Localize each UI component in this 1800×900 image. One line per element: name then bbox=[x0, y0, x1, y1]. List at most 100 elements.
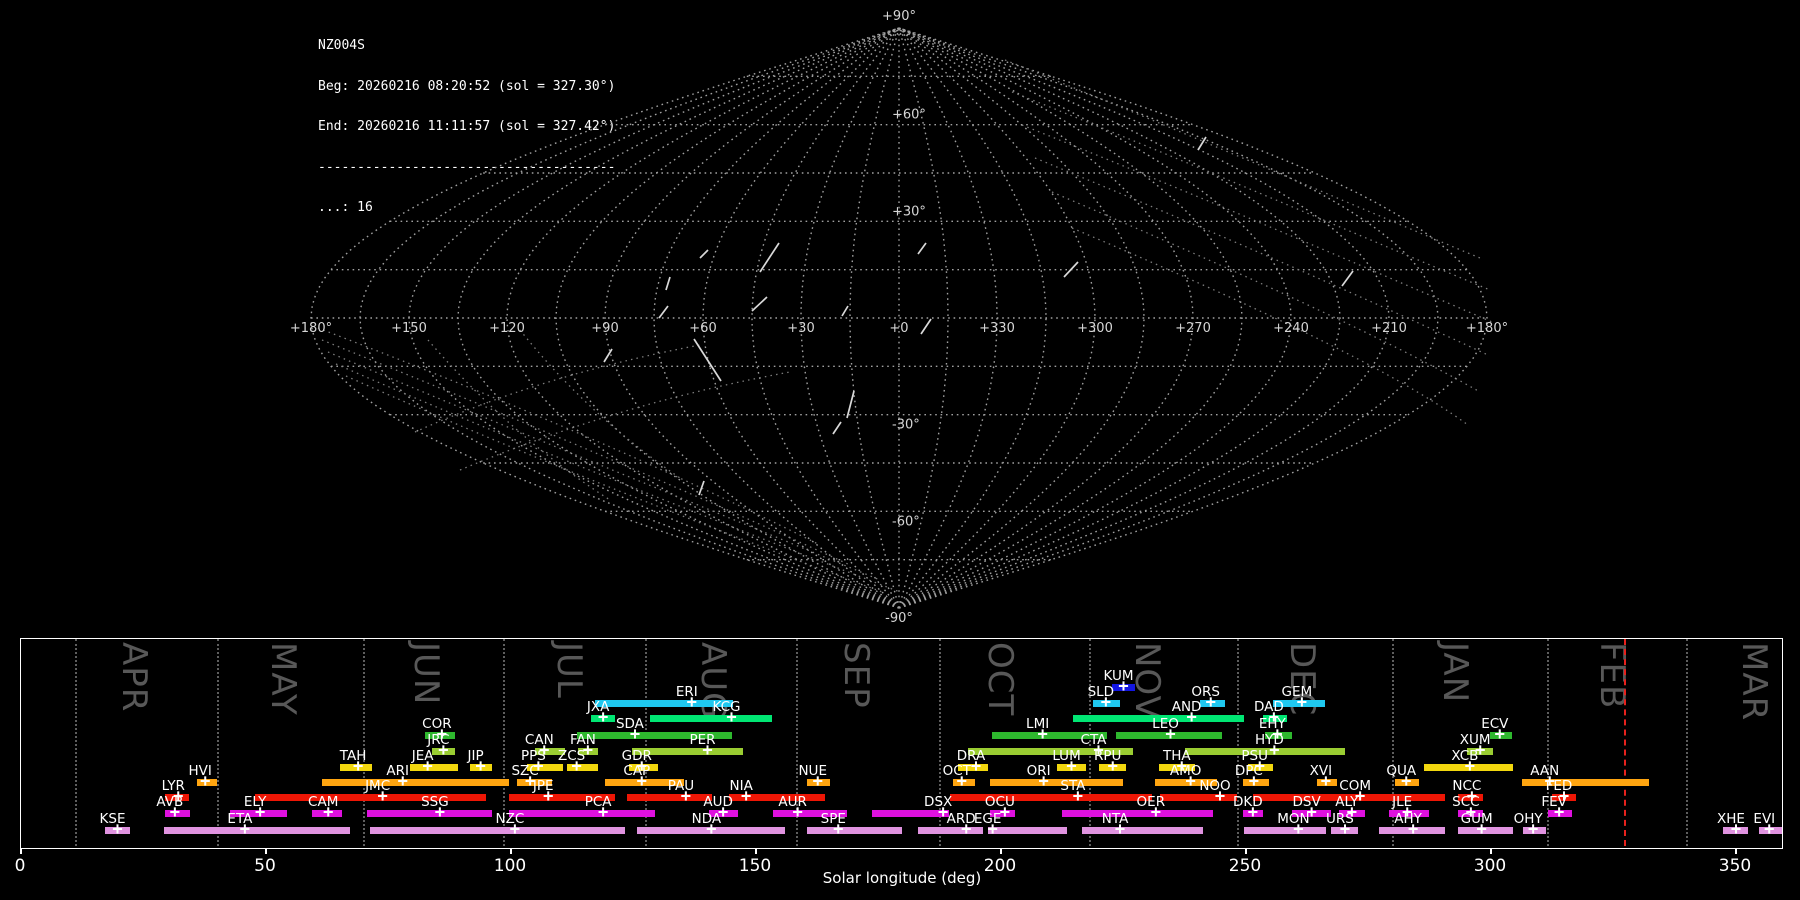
shower-peak-marker: + bbox=[1114, 819, 1126, 840]
shower-peak-marker: + bbox=[1553, 802, 1565, 823]
axis-tick-label: 300 bbox=[1473, 856, 1507, 876]
shower-activity-chart: Solar longitude (deg) APR MAY JUN JUL AUG SEP… bbox=[0, 0, 1800, 900]
shower-peak-marker: + bbox=[475, 756, 486, 777]
shower-bar bbox=[807, 826, 902, 834]
shower-peak-marker: + bbox=[597, 802, 609, 823]
axis-tick bbox=[755, 848, 757, 854]
shower-peak-marker: + bbox=[1205, 692, 1216, 713]
shower-peak-marker: + bbox=[1527, 819, 1539, 840]
shower-peak-marker: + bbox=[706, 819, 717, 840]
shower-peak-marker: + bbox=[509, 819, 521, 840]
shower-peak-marker: + bbox=[629, 724, 641, 745]
shower-peak-marker: + bbox=[1464, 756, 1476, 777]
shower-bar bbox=[871, 809, 949, 817]
shower-peak-marker: + bbox=[434, 802, 446, 823]
shower-peak-marker: + bbox=[726, 707, 737, 728]
shower-peak-marker: + bbox=[1730, 819, 1742, 840]
month-label: MAR bbox=[1734, 642, 1775, 722]
month-gridline bbox=[363, 639, 365, 846]
month-label: JUN bbox=[406, 642, 447, 706]
shower-peak-marker: + bbox=[1107, 756, 1118, 777]
shower-bar bbox=[1521, 778, 1650, 786]
axis-tick bbox=[1490, 848, 1492, 854]
shower-peak-marker: + bbox=[543, 786, 554, 807]
shower-bar bbox=[990, 778, 1124, 786]
month-gridline bbox=[1237, 639, 1240, 846]
axis-tick bbox=[20, 848, 22, 854]
shower-bar bbox=[369, 826, 626, 834]
shower-peak-marker: + bbox=[1494, 724, 1505, 745]
month-gridline bbox=[74, 639, 77, 846]
shower-peak-marker: + bbox=[377, 786, 388, 807]
shower-peak-marker: + bbox=[422, 756, 433, 777]
shower-peak-marker: + bbox=[1296, 692, 1307, 713]
axis-tick bbox=[1245, 848, 1247, 854]
month-label: JUL bbox=[548, 642, 589, 699]
month-label: OCT bbox=[979, 642, 1020, 717]
shower-peak-marker: + bbox=[1118, 676, 1129, 697]
shower-bar bbox=[255, 793, 487, 801]
shower-bar bbox=[1062, 809, 1214, 817]
shower-bar bbox=[988, 826, 1067, 834]
shower-peak-marker: + bbox=[1037, 724, 1048, 745]
shower-peak-marker: + bbox=[1100, 692, 1111, 713]
shower-peak-marker: + bbox=[239, 819, 251, 840]
shower-peak-marker: + bbox=[961, 819, 972, 840]
shower-peak-marker: + bbox=[1247, 802, 1258, 823]
shower-peak-marker: + bbox=[1320, 771, 1331, 792]
current-sol-line bbox=[1624, 639, 1627, 846]
shower-peak-marker: + bbox=[987, 819, 998, 840]
axis-tick bbox=[1000, 848, 1002, 854]
x-axis-label: Solar longitude (deg) bbox=[822, 869, 982, 887]
shower-peak-marker: + bbox=[812, 771, 823, 792]
shower-peak-marker: + bbox=[702, 740, 713, 761]
shower-peak-marker: + bbox=[741, 786, 752, 807]
shower-bar bbox=[508, 809, 656, 817]
shower-peak-marker: + bbox=[1066, 756, 1077, 777]
month-label: JAN bbox=[1435, 642, 1476, 704]
shower-bar bbox=[918, 826, 983, 834]
shower-peak-marker: + bbox=[254, 802, 266, 823]
shower-bar bbox=[650, 714, 773, 722]
shower-bar bbox=[163, 826, 350, 834]
axis-tick-label: 0 bbox=[14, 856, 26, 876]
shower-peak-marker: + bbox=[1339, 819, 1351, 840]
shower-peak-marker: + bbox=[571, 756, 582, 777]
shower-peak-marker: + bbox=[1038, 771, 1049, 792]
shower-peak-marker: + bbox=[1293, 819, 1304, 840]
shower-peak-marker: + bbox=[323, 802, 334, 823]
axis-tick-label: 50 bbox=[254, 856, 276, 876]
axis-tick bbox=[265, 848, 267, 854]
shower-peak-marker: + bbox=[970, 756, 982, 777]
axis-tick-label: 200 bbox=[983, 856, 1017, 876]
shower-peak-marker: + bbox=[833, 819, 844, 840]
radiant-map-screen: NZ004S Beg: 20260216 08:20:52 (sol = 327… bbox=[0, 0, 1800, 900]
shower-bar bbox=[410, 763, 458, 771]
shower-peak-marker: + bbox=[438, 740, 449, 761]
month-label: MAY bbox=[263, 642, 304, 716]
shower-peak-marker: + bbox=[112, 819, 123, 840]
axis-tick-label: 150 bbox=[738, 856, 772, 876]
axis-tick bbox=[1735, 848, 1737, 854]
shower-peak-marker: + bbox=[397, 771, 408, 792]
shower-peak-marker: + bbox=[1186, 707, 1197, 728]
shower-peak-marker: + bbox=[1214, 786, 1226, 807]
shower-peak-marker: + bbox=[1248, 771, 1259, 792]
month-label: SEP bbox=[835, 642, 876, 709]
shower-peak-marker: + bbox=[792, 802, 803, 823]
shower-peak-marker: + bbox=[1072, 786, 1084, 807]
shower-bar bbox=[321, 778, 509, 786]
shower-peak-marker: + bbox=[636, 771, 647, 792]
shower-bar bbox=[1160, 793, 1237, 801]
shower-peak-marker: + bbox=[1764, 819, 1775, 840]
shower-peak-marker: + bbox=[1185, 771, 1196, 792]
axis-tick-label: 350 bbox=[1718, 856, 1752, 876]
shower-peak-marker: + bbox=[686, 692, 697, 713]
shower-peak-marker: + bbox=[680, 786, 692, 807]
shower-bar bbox=[1244, 826, 1326, 834]
shower-bar bbox=[1081, 826, 1204, 834]
shower-peak-marker: + bbox=[1401, 771, 1412, 792]
shower-peak-marker: + bbox=[956, 771, 967, 792]
shower-peak-marker: + bbox=[1269, 740, 1280, 761]
shower-peak-marker: + bbox=[200, 771, 211, 792]
